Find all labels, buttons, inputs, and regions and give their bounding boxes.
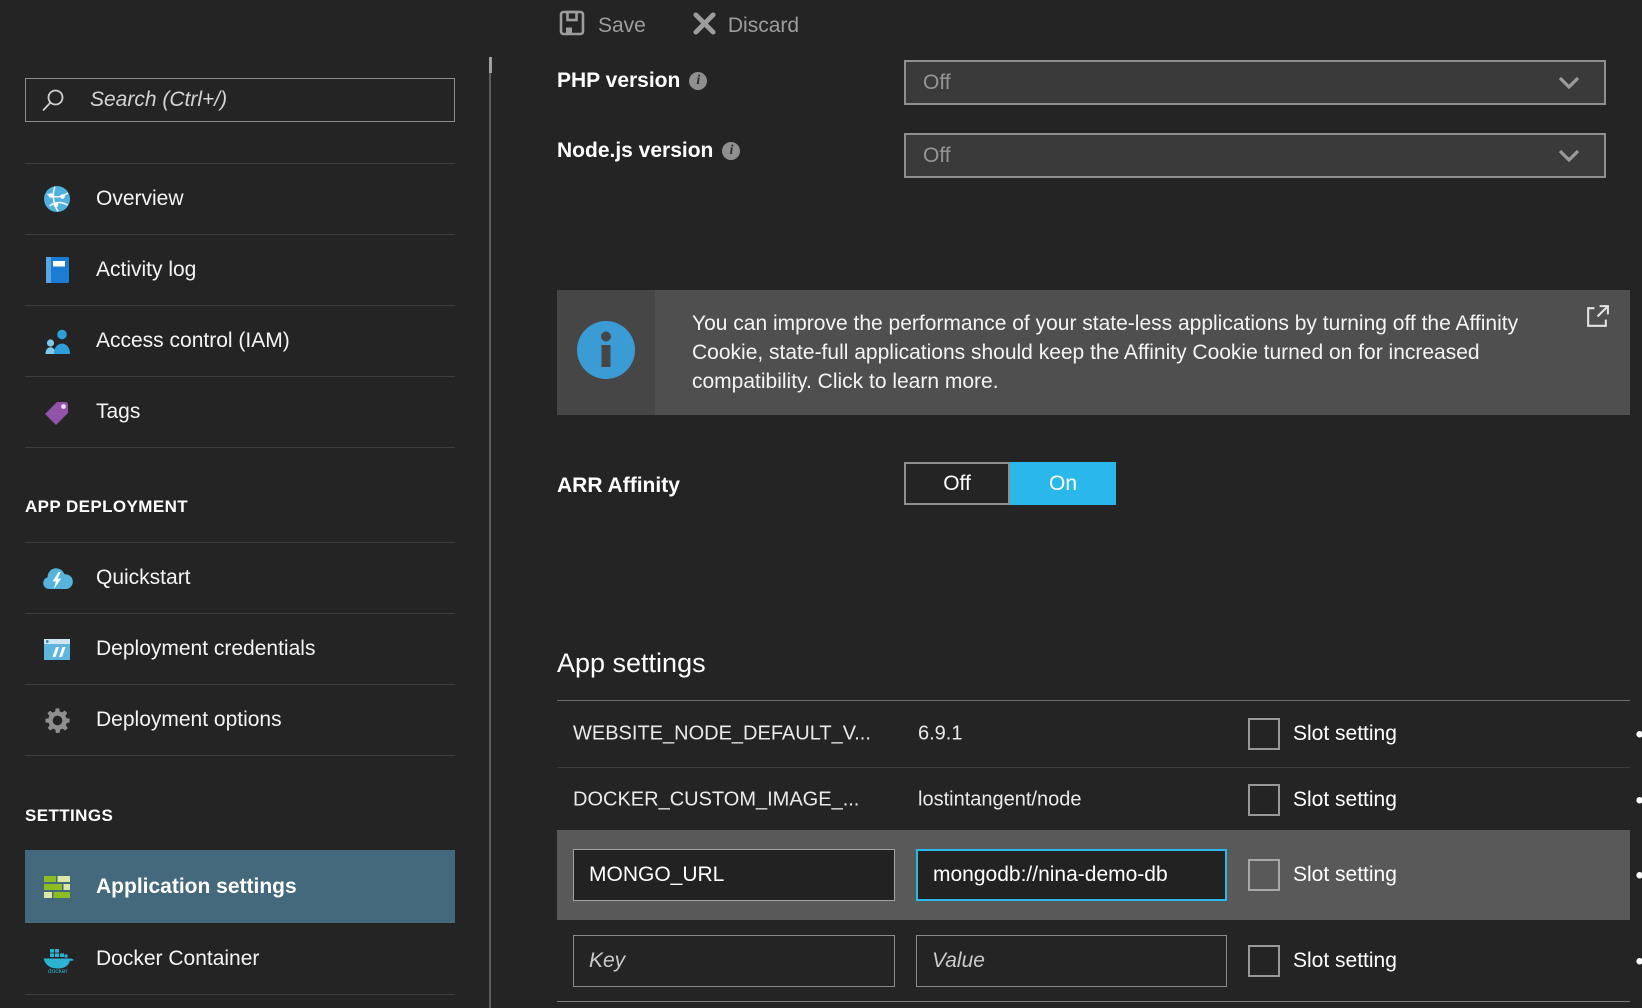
setting-value-input[interactable] — [916, 849, 1227, 901]
node-version-dropdown[interactable]: Off — [904, 133, 1606, 178]
sidebar-item-docker-container[interactable]: docker Docker Container — [25, 923, 455, 995]
arr-affinity-label: ARR Affinity — [557, 474, 680, 498]
arr-affinity-toggle: Off On — [904, 462, 1116, 505]
node-version-value: Off — [923, 144, 1558, 168]
sidebar-nav-deployment: Quickstart Deployment credentials — [25, 542, 455, 756]
sidebar-item-tags[interactable]: Tags — [25, 377, 455, 448]
new-key-input[interactable] — [573, 935, 895, 987]
info-circle-icon — [575, 319, 637, 386]
arr-affinity-label-row: ARR Affinity — [557, 468, 680, 504]
app-setting-row: WEBSITE_NODE_DEFAULT_V... 6.9.1 Slot set… — [557, 700, 1630, 768]
journal-icon — [40, 255, 74, 285]
search-input[interactable] — [66, 88, 454, 112]
sidebar-item-label: Overview — [96, 187, 184, 211]
banner-icon-zone — [557, 290, 655, 415]
slot-setting-label: Slot setting — [1293, 788, 1397, 812]
info-icon: i — [689, 72, 707, 90]
slot-setting-checkbox[interactable] — [1248, 718, 1280, 750]
row-menu-button[interactable]: ●●● — [1635, 791, 1642, 808]
external-link-icon[interactable] — [1584, 303, 1611, 330]
azure-portal-blade: Overview Activity log — [0, 0, 1642, 1008]
new-value-input[interactable] — [916, 935, 1227, 987]
people-icon — [40, 326, 74, 356]
sidebar-item-label: Deployment options — [96, 708, 282, 732]
node-version-label-row: Node.js version i — [557, 133, 740, 169]
php-version-label-row: PHP version i — [557, 63, 707, 99]
banner-message: You can improve the performance of your … — [692, 309, 1542, 396]
setting-value: 6.9.1 — [918, 723, 962, 746]
chevron-down-icon — [1558, 149, 1580, 163]
cloud-lightning-icon — [40, 565, 74, 592]
php-version-label: PHP version — [557, 69, 680, 93]
save-label: Save — [598, 14, 646, 38]
discard-x-icon — [692, 11, 717, 42]
sidebar-item-access-control[interactable]: Access control (IAM) — [25, 306, 455, 377]
slot-setting-label: Slot setting — [1293, 722, 1397, 746]
php-version-dropdown[interactable]: Off — [904, 60, 1606, 105]
arr-affinity-off-button[interactable]: Off — [904, 462, 1010, 505]
sidebar-item-label: Activity log — [96, 258, 196, 282]
sliders-icon — [40, 872, 74, 902]
app-setting-row: DOCKER_CUSTOM_IMAGE_... lostintangent/no… — [557, 769, 1630, 830]
sidebar-item-quickstart[interactable]: Quickstart — [25, 543, 455, 614]
save-icon — [557, 8, 587, 44]
setting-key: DOCKER_CUSTOM_IMAGE_... — [573, 788, 859, 811]
sidebar-item-label: Deployment credentials — [96, 637, 315, 661]
sidebar-item-label: Application settings — [96, 875, 297, 899]
slot-setting-label: Slot setting — [1293, 949, 1397, 973]
arr-affinity-info-banner[interactable]: You can improve the performance of your … — [557, 290, 1630, 415]
app-setting-row-new: Slot setting ●●● — [557, 920, 1630, 1002]
app-setting-row-editing: Slot setting ●●● — [557, 830, 1630, 920]
php-version-value: Off — [923, 71, 1558, 95]
sidebar-item-label: Tags — [96, 400, 140, 424]
save-button[interactable]: Save — [557, 8, 646, 44]
sidebar-item-deployment-credentials[interactable]: Deployment credentials — [25, 614, 455, 685]
info-icon: i — [722, 142, 740, 160]
sidebar-item-deployment-options[interactable]: Deployment options — [25, 685, 455, 756]
section-header-settings: SETTINGS — [25, 806, 113, 826]
slot-setting-checkbox[interactable] — [1248, 784, 1280, 816]
banner-text-zone: You can improve the performance of your … — [655, 290, 1630, 415]
gear-icon — [40, 706, 74, 735]
arr-affinity-on-button[interactable]: On — [1010, 462, 1116, 505]
row-menu-button[interactable]: ●●● — [1635, 952, 1642, 969]
command-bar: Save Discard — [557, 8, 799, 44]
sidebar-item-application-settings[interactable]: Application settings — [25, 850, 455, 923]
sidebar-item-label: Access control (IAM) — [96, 329, 290, 353]
chevron-down-icon — [1558, 76, 1580, 90]
row-menu-button[interactable]: ●●● — [1635, 726, 1642, 743]
sidebar-search[interactable] — [25, 78, 455, 122]
svg-text:docker: docker — [48, 968, 68, 974]
section-header-app-deployment: APP DEPLOYMENT — [25, 497, 188, 517]
setting-key-input[interactable] — [573, 849, 895, 901]
slot-setting-label: Slot setting — [1293, 863, 1397, 887]
sidebar-item-activity-log[interactable]: Activity log — [25, 235, 455, 306]
setting-value: lostintangent/node — [918, 788, 1081, 811]
app-settings-title: App settings — [557, 648, 706, 679]
window-code-icon — [40, 636, 74, 663]
discard-label: Discard — [728, 14, 799, 38]
sidebar-nav-general: Overview Activity log — [25, 163, 455, 448]
blade-sidebar: Overview Activity log — [0, 0, 489, 1008]
sidebar-item-label: Quickstart — [96, 566, 191, 590]
globe-icon — [40, 184, 74, 214]
node-version-label: Node.js version — [557, 139, 713, 163]
sidebar-item-overview[interactable]: Overview — [25, 164, 455, 235]
tag-icon — [40, 397, 74, 427]
docker-whale-icon: docker — [40, 944, 74, 974]
row-menu-button[interactable]: ●●● — [1635, 867, 1642, 884]
slot-setting-checkbox[interactable] — [1248, 945, 1280, 977]
slot-setting-checkbox[interactable] — [1248, 859, 1280, 891]
discard-button[interactable]: Discard — [692, 11, 799, 42]
sidebar-item-label: Docker Container — [96, 947, 259, 971]
application-settings-content: Save Discard PHP version i Off — [491, 0, 1642, 1008]
setting-key: WEBSITE_NODE_DEFAULT_V... — [573, 723, 871, 746]
search-icon — [40, 87, 66, 113]
